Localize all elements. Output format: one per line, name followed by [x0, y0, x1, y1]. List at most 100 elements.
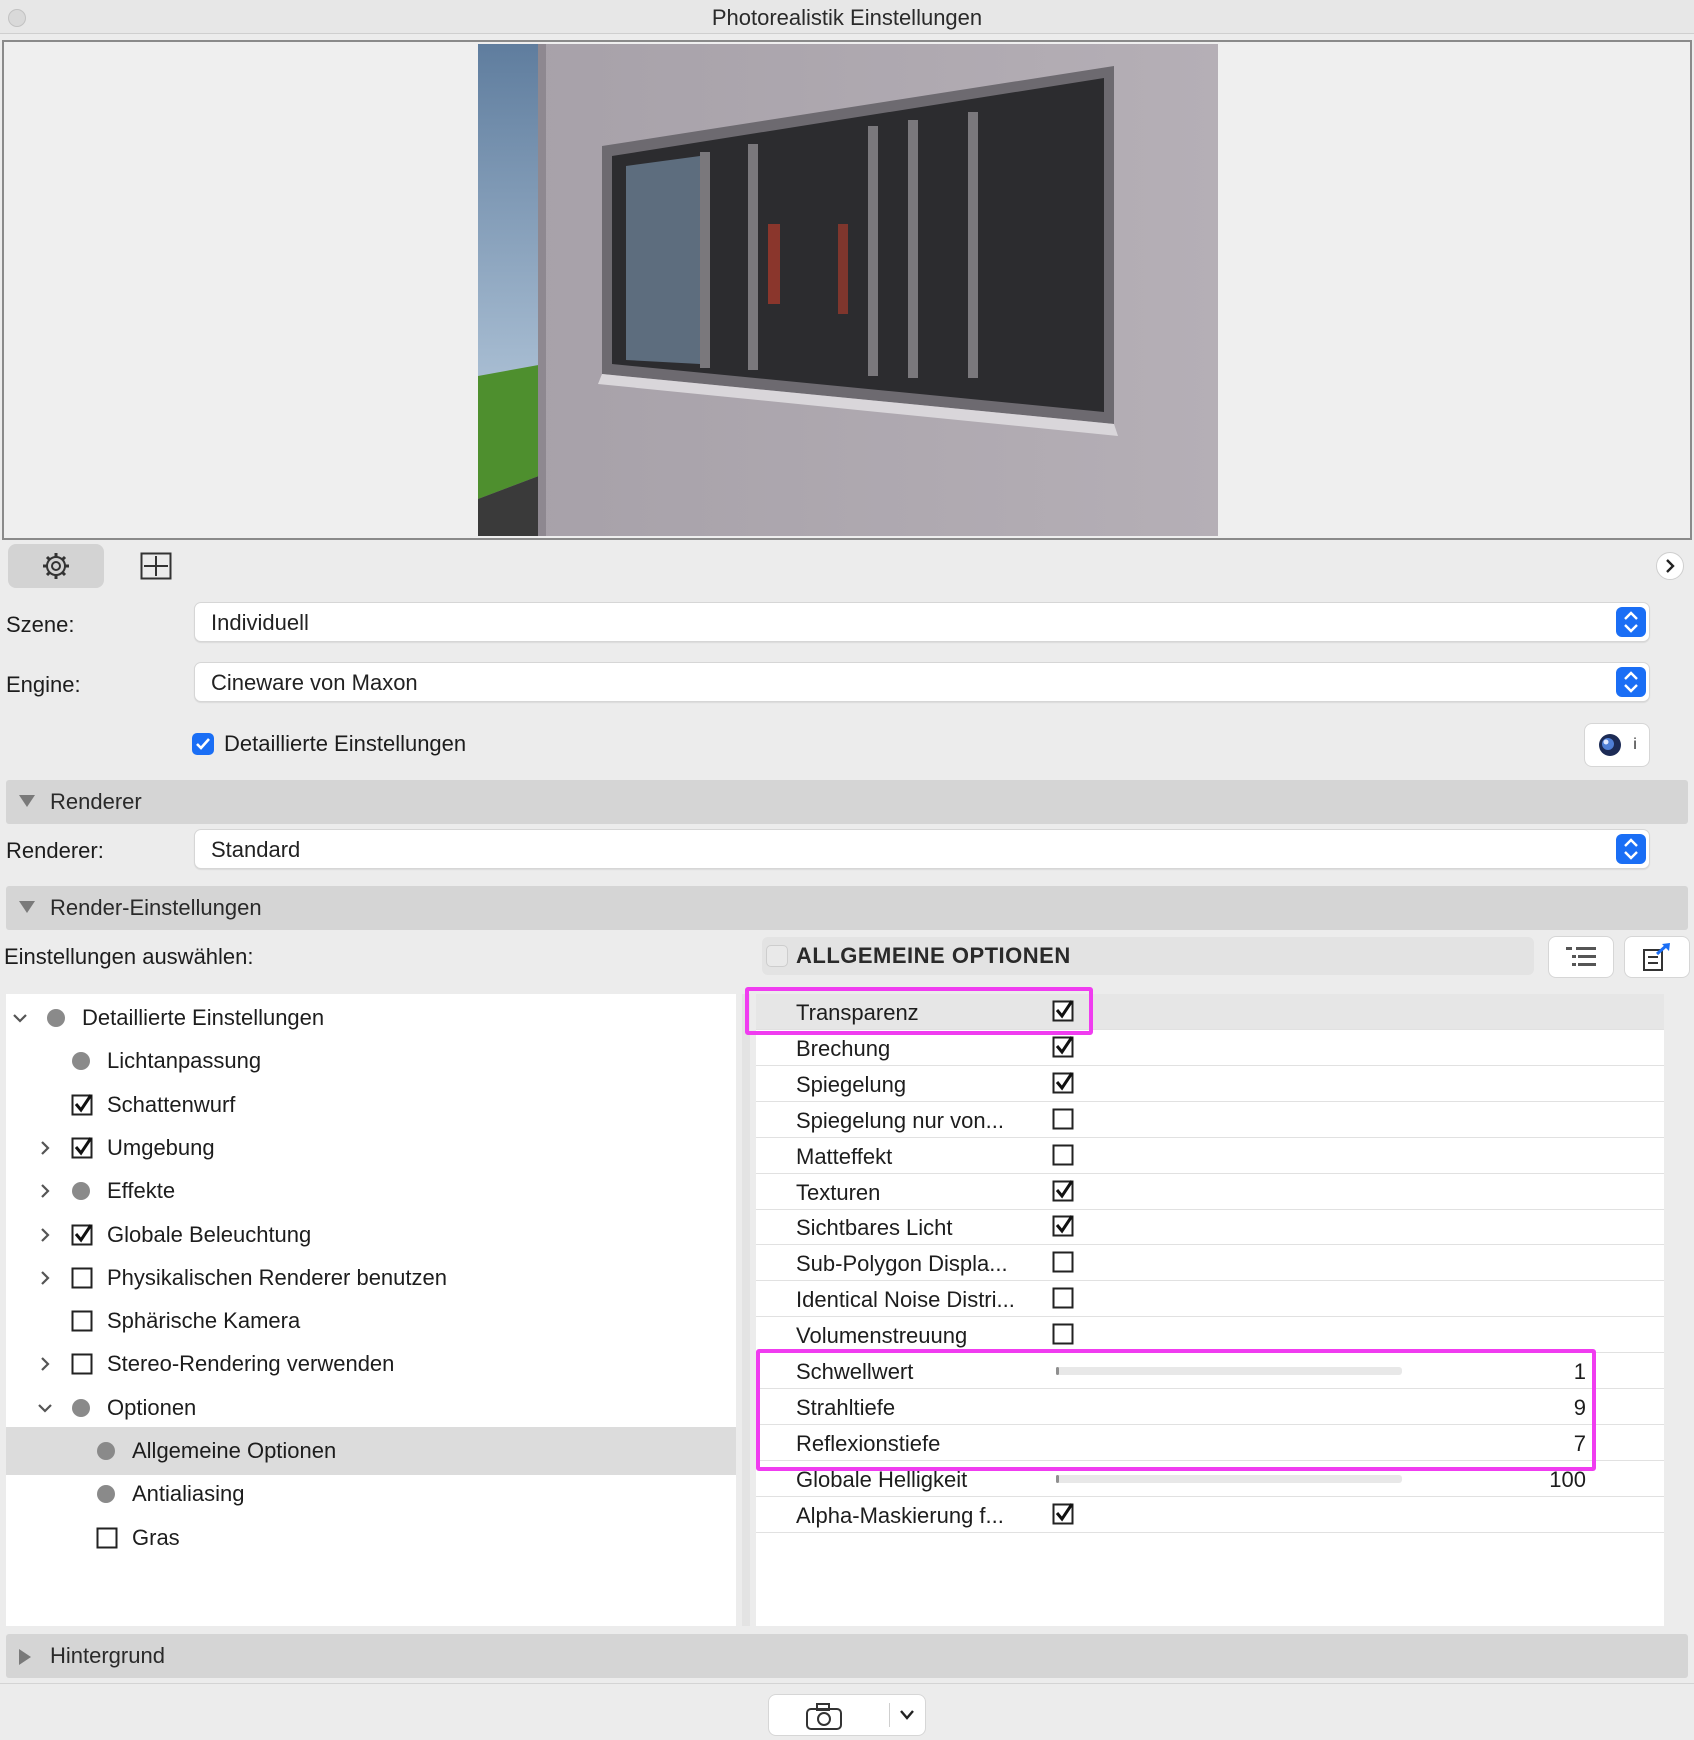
- option-slider[interactable]: [1056, 1474, 1402, 1483]
- background-section-header[interactable]: Hintergrund: [6, 1634, 1688, 1678]
- renderer-section-header[interactable]: Renderer: [6, 780, 1688, 824]
- option-label: Sub-Polygon Displa...: [796, 1251, 1008, 1277]
- tree-item[interactable]: Effekte: [6, 1167, 736, 1215]
- checkbox-empty-icon[interactable]: [96, 1527, 118, 1549]
- options-list: Transparenz Brechung Spiegelung Spiegelung …: [756, 994, 1664, 1626]
- option-row: Spiegelung: [756, 1066, 1664, 1102]
- triangle-down-icon: [19, 901, 35, 913]
- tree-item[interactable]: Sphärische Kamera: [6, 1297, 736, 1345]
- list-tree-icon: [1566, 947, 1596, 966]
- tree-item[interactable]: Lichtanpassung: [6, 1037, 736, 1085]
- detailed-settings-checkbox[interactable]: Detaillierte Einstellungen: [192, 731, 466, 757]
- options-group-header: ALLGEMEINE OPTIONEN: [762, 937, 1534, 975]
- slider-fill: [1056, 1474, 1059, 1483]
- checkbox-checked-icon[interactable]: [1052, 1036, 1074, 1058]
- chevron-right-icon[interactable]: [37, 1183, 53, 1199]
- engine-select[interactable]: Cineware von Maxon: [194, 662, 1650, 702]
- bullet-icon: [97, 1485, 115, 1504]
- options-group-checkbox[interactable]: [766, 945, 788, 967]
- preview-image: [478, 44, 1218, 536]
- option-label: Brechung: [796, 1035, 891, 1061]
- renderer-select[interactable]: Standard: [194, 829, 1650, 869]
- tree-item[interactable]: Stereo-Rendering verwenden: [6, 1340, 736, 1388]
- chevron-down-icon[interactable]: [899, 1709, 915, 1721]
- option-row: Sub-Polygon Displa...: [756, 1245, 1664, 1282]
- checkbox-empty-icon[interactable]: [71, 1310, 93, 1332]
- triangle-right-icon: [19, 1649, 31, 1665]
- tree-item[interactable]: Allgemeine Optionen: [6, 1427, 736, 1475]
- checkbox-checked-icon[interactable]: [1052, 1179, 1074, 1202]
- tree-item-label: Sphärische Kamera: [107, 1308, 301, 1334]
- checkbox-checked-icon[interactable]: [1052, 1502, 1074, 1525]
- size-tab-button[interactable]: [132, 544, 180, 588]
- chevron-right-icon[interactable]: [37, 1227, 53, 1243]
- option-row: Volumenstreuung: [756, 1317, 1664, 1354]
- render-preview: [2, 40, 1692, 540]
- bottom-bar: [0, 1683, 1694, 1740]
- checkbox-checked-icon[interactable]: [71, 1137, 93, 1159]
- tree-item-label: Stereo-Rendering verwenden: [107, 1351, 395, 1377]
- render-photo-button[interactable]: [768, 1694, 926, 1736]
- cineware-info-button[interactable]: i: [1584, 723, 1650, 767]
- checkbox-empty-icon[interactable]: [1052, 1323, 1074, 1345]
- button-separator: [889, 1703, 890, 1727]
- option-row: Sichtbares Licht: [756, 1209, 1664, 1246]
- option-row: Spiegelung nur von...: [756, 1102, 1664, 1138]
- chevron-right-icon: [1666, 559, 1675, 573]
- option-label: Texturen: [796, 1179, 881, 1205]
- expand-panel-button[interactable]: [1656, 552, 1684, 580]
- panel-divider[interactable]: [742, 994, 750, 1626]
- export-settings-button[interactable]: [1624, 936, 1690, 978]
- tree-item-label: Detaillierte Einstellungen: [82, 1005, 325, 1030]
- engine-stepper-icon: [1616, 667, 1646, 697]
- checkbox-empty-icon[interactable]: [1052, 1144, 1074, 1166]
- cinema4d-logo-icon: [1599, 734, 1622, 756]
- checkbox-empty-icon[interactable]: [1052, 1287, 1074, 1309]
- option-label: Volumenstreuung: [796, 1323, 968, 1349]
- tree-item-label: Effekte: [107, 1178, 176, 1204]
- option-label: Identical Noise Distri...: [796, 1287, 1015, 1313]
- highlight-depth-settings: [756, 1349, 1596, 1471]
- tree-item[interactable]: Globale Beleuchtung: [6, 1211, 736, 1259]
- render-settings-section-header[interactable]: Render-Einstellungen: [6, 886, 1688, 930]
- checkbox-checked-icon[interactable]: [1052, 1215, 1074, 1237]
- renderer-stepper-icon: [1616, 834, 1646, 864]
- scene-select[interactable]: Individuell: [194, 602, 1650, 642]
- tree-item[interactable]: Detaillierte Einstellungen: [6, 994, 736, 1042]
- chevron-down-icon[interactable]: [12, 1010, 28, 1026]
- highlight-transparency: [745, 987, 1093, 1035]
- checkbox-checked-icon[interactable]: [71, 1223, 93, 1246]
- checkbox-empty-icon[interactable]: [1052, 1108, 1074, 1130]
- checkbox-empty-icon[interactable]: [71, 1267, 93, 1289]
- chevron-down-icon[interactable]: [37, 1400, 53, 1416]
- options-group-title: ALLGEMEINE OPTIONEN: [796, 943, 1071, 968]
- tree-item[interactable]: Optionen: [6, 1384, 736, 1432]
- bullet-icon: [72, 1052, 90, 1071]
- camera-icon: [806, 1703, 842, 1730]
- chevron-right-icon[interactable]: [37, 1140, 53, 1156]
- settings-tab-button[interactable]: [8, 544, 104, 588]
- chevron-right-icon[interactable]: [37, 1356, 53, 1372]
- tree-item-label: Umgebung: [107, 1134, 215, 1160]
- toolbar: [0, 542, 1694, 592]
- checkbox-checked-icon[interactable]: [71, 1093, 93, 1116]
- engine-value: Cineware von Maxon: [211, 670, 418, 695]
- tree-item[interactable]: Umgebung: [6, 1124, 736, 1172]
- tree-item-label: Globale Beleuchtung: [107, 1221, 312, 1247]
- tree-item-label: Optionen: [107, 1394, 197, 1420]
- checkbox-empty-icon[interactable]: [1052, 1251, 1074, 1273]
- chevron-right-icon[interactable]: [37, 1270, 53, 1286]
- background-section-title: Hintergrund: [50, 1643, 165, 1668]
- settings-tree: Detaillierte Einstellungen Lichtanpassung…: [6, 994, 736, 1626]
- tree-item[interactable]: Physikalischen Renderer benutzen: [6, 1254, 736, 1302]
- option-row: Identical Noise Distri...: [756, 1281, 1664, 1318]
- list-view-button[interactable]: [1548, 936, 1614, 978]
- tree-item[interactable]: Antialiasing: [6, 1470, 736, 1518]
- tree-item[interactable]: Gras: [6, 1514, 736, 1562]
- tree-item[interactable]: Schattenwurf: [6, 1081, 736, 1129]
- checkbox-checked-icon[interactable]: [1052, 1071, 1074, 1094]
- gear-icon: [43, 553, 69, 579]
- bullet-icon: [97, 1442, 115, 1460]
- bullet-icon: [72, 1398, 90, 1417]
- checkbox-empty-icon[interactable]: [71, 1353, 93, 1375]
